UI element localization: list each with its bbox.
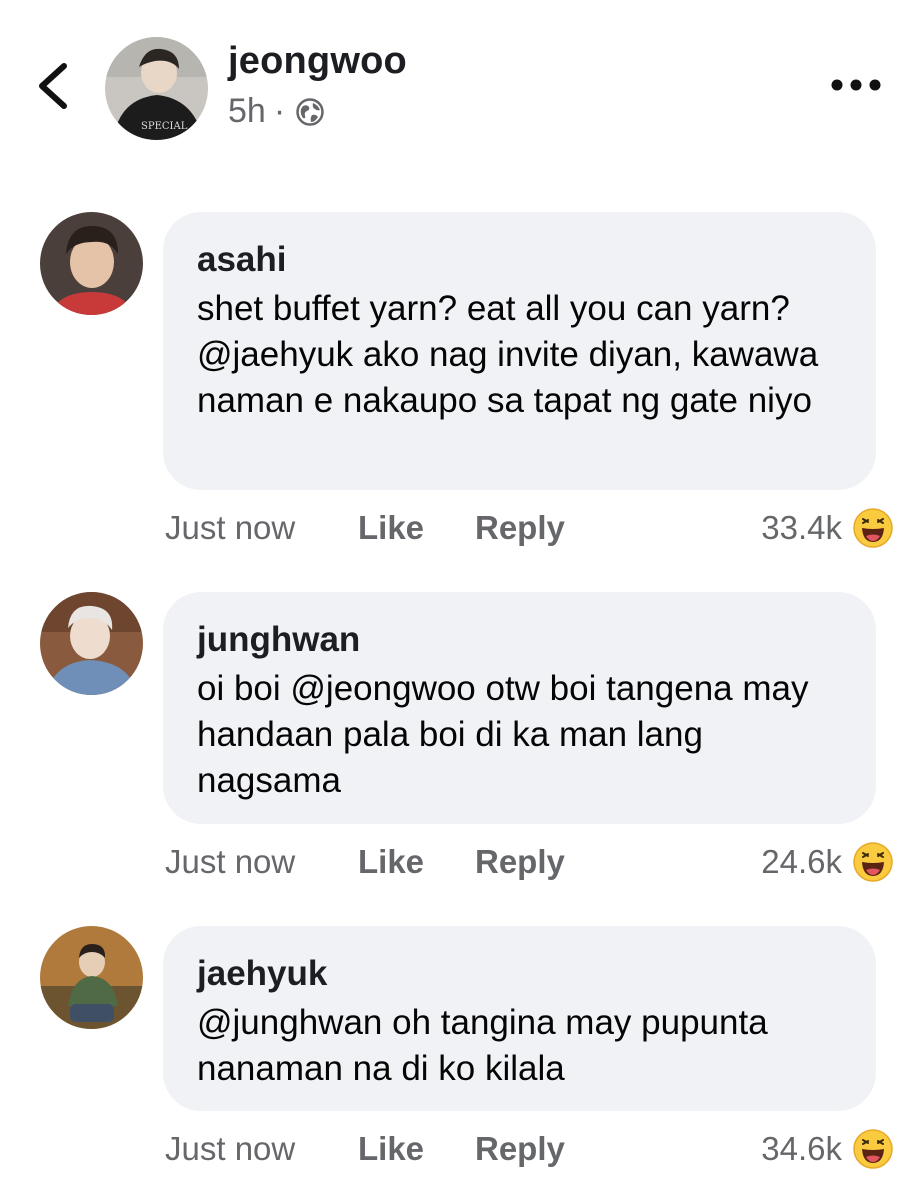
reaction-summary[interactable]: 34.6k [761, 1124, 894, 1174]
reply-button[interactable]: Reply [475, 509, 625, 547]
reaction-summary[interactable]: 24.6k [761, 837, 894, 887]
comment-text: oi boi @jeongwoo otw boi tangena may han… [197, 669, 809, 800]
commenter-avatar[interactable] [40, 592, 143, 695]
commenter-avatar[interactable] [40, 212, 143, 315]
comment-time[interactable]: Just now [165, 1130, 358, 1168]
comment-text: shet buffet yarn? eat all you can yarn? … [197, 289, 819, 420]
comment-bubble[interactable]: jaehyuk @junghwan oh tangina may pupunta… [163, 926, 876, 1111]
comment-actions: Just now Like Reply [165, 837, 625, 887]
back-button[interactable] [30, 56, 80, 116]
post-header: SPECIAL jeongwoo 5h · [0, 0, 918, 170]
like-button[interactable]: Like [358, 509, 475, 547]
comment-bubble[interactable]: junghwan oi boi @jeongwoo otw boi tangen… [163, 592, 876, 824]
like-button[interactable]: Like [358, 1130, 475, 1168]
svg-text:SPECIAL: SPECIAL [141, 121, 188, 132]
comment-author[interactable]: junghwan [197, 618, 842, 662]
like-button[interactable]: Like [358, 843, 475, 881]
reaction-summary[interactable]: 33.4k [761, 503, 894, 553]
more-dots-icon [831, 79, 881, 91]
reply-button[interactable]: Reply [475, 1130, 625, 1168]
comment-actions: Just now Like Reply [165, 503, 625, 553]
more-options-button[interactable] [830, 74, 882, 96]
comment-author[interactable]: jaehyuk [197, 952, 842, 996]
comment-time[interactable]: Just now [165, 843, 358, 881]
poster-name[interactable]: jeongwoo [228, 40, 407, 83]
commenter-avatar[interactable] [40, 926, 143, 1029]
comment-bubble[interactable]: asahi shet buffet yarn? eat all you can … [163, 212, 876, 490]
poster-avatar[interactable]: SPECIAL [105, 37, 208, 140]
haha-emoji-icon [853, 1129, 893, 1169]
post-meta: 5h · [228, 92, 325, 131]
haha-emoji-icon [853, 508, 893, 548]
reply-button[interactable]: Reply [475, 843, 625, 881]
meta-separator: · [273, 92, 286, 130]
chevron-left-icon [39, 63, 67, 109]
reaction-count: 33.4k [761, 509, 842, 546]
comment-actions: Just now Like Reply [165, 1124, 625, 1174]
globe-icon [296, 97, 324, 126]
haha-emoji-icon [853, 842, 893, 882]
post-time[interactable]: 5h [228, 92, 266, 131]
reaction-count: 24.6k [761, 843, 842, 880]
comment-time[interactable]: Just now [165, 509, 358, 547]
comment-author[interactable]: asahi [197, 238, 842, 282]
reaction-count: 34.6k [761, 1130, 842, 1167]
comment-text: @junghwan oh tangina may pupunta nanaman… [197, 1003, 768, 1088]
